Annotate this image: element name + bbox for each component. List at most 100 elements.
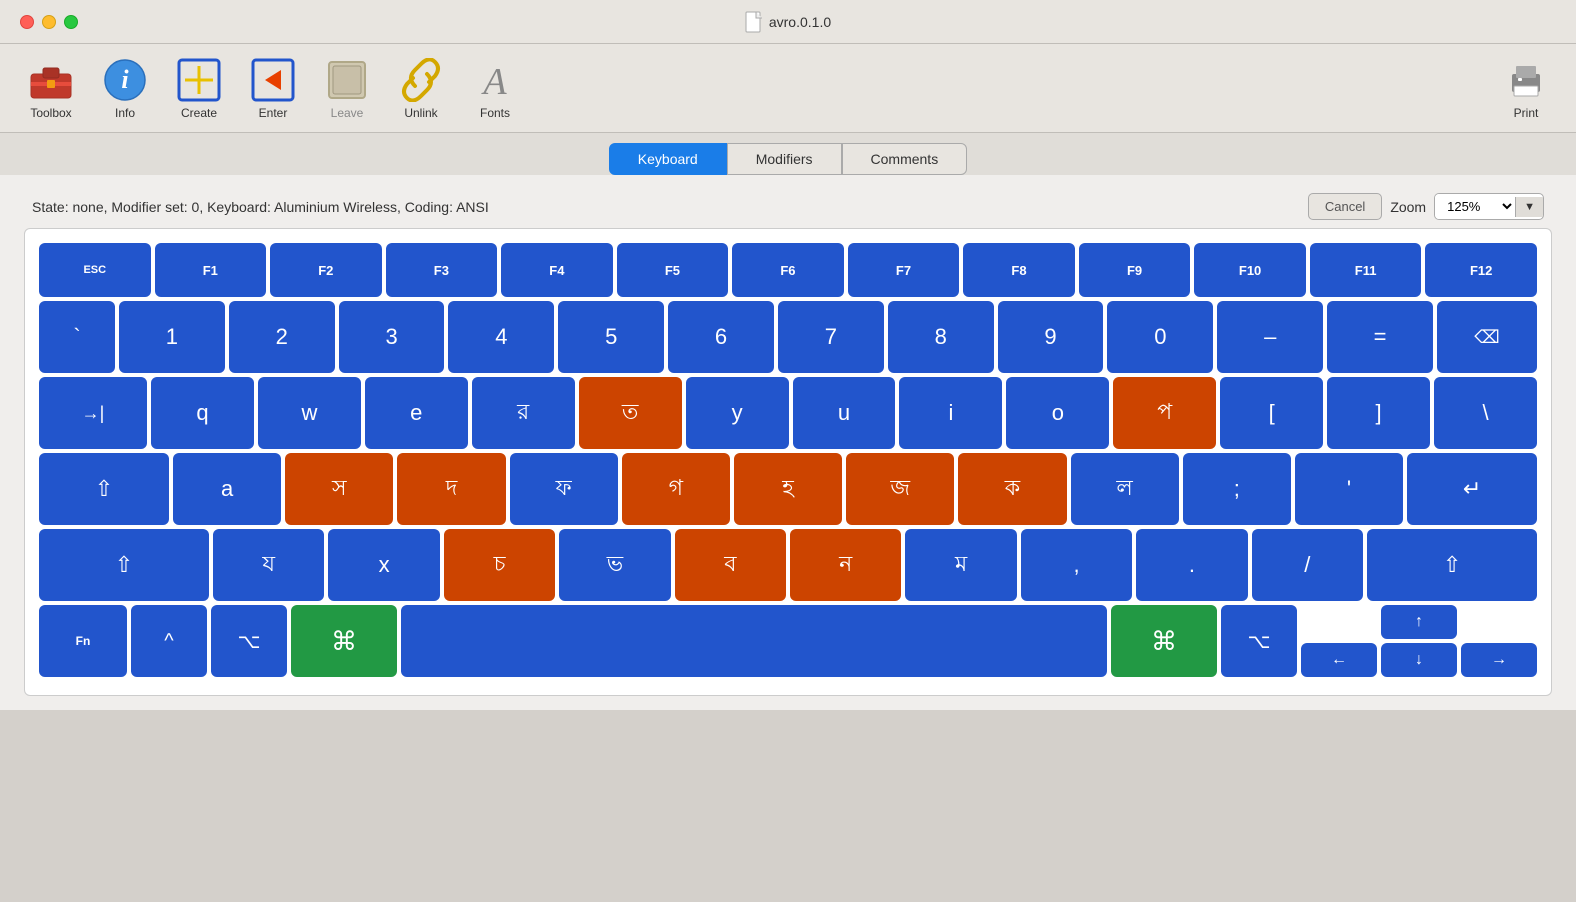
- key-e[interactable]: e: [365, 377, 468, 449]
- key-quote[interactable]: ': [1295, 453, 1403, 525]
- key-s[interactable]: স: [285, 453, 393, 525]
- key-4[interactable]: 4: [448, 301, 554, 373]
- key-rbracket[interactable]: ]: [1327, 377, 1430, 449]
- toolbar-print[interactable]: Print: [1492, 52, 1560, 124]
- tab-comments[interactable]: Comments: [842, 143, 968, 175]
- key-5[interactable]: 5: [558, 301, 664, 373]
- key-space[interactable]: [401, 605, 1107, 677]
- unlink-label: Unlink: [404, 106, 437, 120]
- key-cmd-r[interactable]: ⌘: [1111, 605, 1217, 677]
- key-arrow-left[interactable]: ←: [1301, 643, 1377, 677]
- zoom-select-wrap[interactable]: 125% 100% 150% 75% ▼: [1434, 193, 1544, 220]
- zoom-arrow[interactable]: ▼: [1515, 197, 1543, 217]
- key-g[interactable]: গ: [622, 453, 730, 525]
- key-return[interactable]: ↵: [1407, 453, 1537, 525]
- key-alt-l[interactable]: ⌥: [211, 605, 287, 677]
- key-p[interactable]: প: [1113, 377, 1216, 449]
- key-y[interactable]: y: [686, 377, 789, 449]
- toolbar-leave[interactable]: Leave: [312, 52, 382, 124]
- key-backslash[interactable]: \: [1434, 377, 1537, 449]
- zoom-select[interactable]: 125% 100% 150% 75%: [1435, 194, 1515, 219]
- key-v[interactable]: ভ: [559, 529, 670, 601]
- key-lbracket[interactable]: [: [1220, 377, 1323, 449]
- key-arrow-right[interactable]: →: [1461, 643, 1537, 677]
- key-f4[interactable]: F4: [501, 243, 613, 297]
- key-6[interactable]: 6: [668, 301, 774, 373]
- key-f12[interactable]: F12: [1425, 243, 1537, 297]
- traffic-lights: [20, 15, 78, 29]
- key-h[interactable]: হ: [734, 453, 842, 525]
- key-q[interactable]: q: [151, 377, 254, 449]
- fonts-label: Fonts: [480, 106, 510, 120]
- key-c[interactable]: চ: [444, 529, 555, 601]
- key-3[interactable]: 3: [339, 301, 445, 373]
- key-f1[interactable]: F1: [155, 243, 267, 297]
- key-equals[interactable]: =: [1327, 301, 1433, 373]
- key-8[interactable]: 8: [888, 301, 994, 373]
- toolbar: Toolbox i Info Create Enter: [0, 44, 1576, 133]
- key-o[interactable]: o: [1006, 377, 1109, 449]
- key-z[interactable]: য: [213, 529, 324, 601]
- key-ctrl[interactable]: ^: [131, 605, 207, 677]
- key-capslock[interactable]: ⇧: [39, 453, 169, 525]
- key-lshift[interactable]: ⇧: [39, 529, 209, 601]
- key-slash[interactable]: /: [1252, 529, 1363, 601]
- key-u[interactable]: u: [793, 377, 896, 449]
- key-j[interactable]: জ: [846, 453, 954, 525]
- key-f8[interactable]: F8: [963, 243, 1075, 297]
- key-tab[interactable]: →|: [39, 377, 147, 449]
- key-i[interactable]: i: [899, 377, 1002, 449]
- key-period[interactable]: .: [1136, 529, 1247, 601]
- minimize-button[interactable]: [42, 15, 56, 29]
- key-alt-r[interactable]: ⌥: [1221, 605, 1297, 677]
- toolbar-fonts[interactable]: A Fonts: [460, 52, 530, 124]
- toolbar-create[interactable]: Create: [164, 52, 234, 124]
- toolbar-info[interactable]: i Info: [90, 52, 160, 124]
- key-backspace[interactable]: ⌫: [1437, 301, 1537, 373]
- close-button[interactable]: [20, 15, 34, 29]
- key-f9[interactable]: F9: [1079, 243, 1191, 297]
- key-1[interactable]: 1: [119, 301, 225, 373]
- key-9[interactable]: 9: [998, 301, 1104, 373]
- key-arrow-up[interactable]: ↑: [1381, 605, 1457, 639]
- toolbar-toolbox[interactable]: Toolbox: [16, 52, 86, 124]
- key-f7[interactable]: F7: [848, 243, 960, 297]
- key-f10[interactable]: F10: [1194, 243, 1306, 297]
- key-d[interactable]: দ: [397, 453, 505, 525]
- tab-keyboard[interactable]: Keyboard: [609, 143, 727, 175]
- key-m[interactable]: ম: [905, 529, 1016, 601]
- key-2[interactable]: 2: [229, 301, 335, 373]
- tab-modifiers[interactable]: Modifiers: [727, 143, 842, 175]
- key-b[interactable]: ব: [675, 529, 786, 601]
- key-minus[interactable]: –: [1217, 301, 1323, 373]
- key-k[interactable]: ক: [958, 453, 1066, 525]
- key-esc[interactable]: ESC: [39, 243, 151, 297]
- key-t[interactable]: ত: [579, 377, 682, 449]
- key-n[interactable]: ন: [790, 529, 901, 601]
- key-l[interactable]: ল: [1071, 453, 1179, 525]
- key-x[interactable]: x: [328, 529, 439, 601]
- key-cmd-l[interactable]: ⌘: [291, 605, 397, 677]
- key-comma[interactable]: ,: [1021, 529, 1132, 601]
- maximize-button[interactable]: [64, 15, 78, 29]
- key-backtick[interactable]: `: [39, 301, 115, 373]
- info-icon: i: [101, 56, 149, 104]
- key-f2[interactable]: F2: [270, 243, 382, 297]
- key-f5[interactable]: F5: [617, 243, 729, 297]
- key-f6[interactable]: F6: [732, 243, 844, 297]
- key-0[interactable]: 0: [1107, 301, 1213, 373]
- key-semicolon[interactable]: ;: [1183, 453, 1291, 525]
- key-r[interactable]: র: [472, 377, 575, 449]
- key-fn[interactable]: Fn: [39, 605, 127, 677]
- toolbar-enter[interactable]: Enter: [238, 52, 308, 124]
- key-w[interactable]: w: [258, 377, 361, 449]
- key-arrow-down[interactable]: ↓: [1381, 643, 1457, 677]
- key-f11[interactable]: F11: [1310, 243, 1422, 297]
- toolbar-unlink[interactable]: Unlink: [386, 52, 456, 124]
- key-a[interactable]: a: [173, 453, 281, 525]
- key-f3[interactable]: F3: [386, 243, 498, 297]
- key-f[interactable]: ফ: [510, 453, 618, 525]
- cancel-button[interactable]: Cancel: [1308, 193, 1382, 220]
- key-7[interactable]: 7: [778, 301, 884, 373]
- key-rshift[interactable]: ⇧: [1367, 529, 1537, 601]
